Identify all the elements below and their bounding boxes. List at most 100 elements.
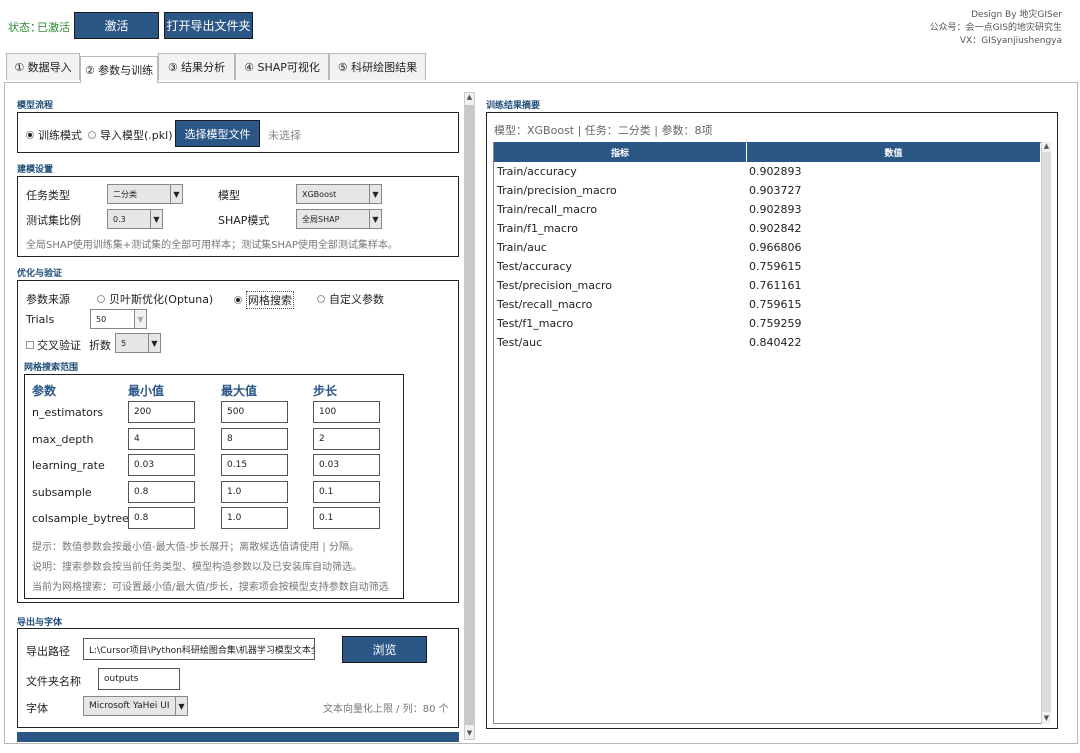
grid-min-input[interactable]: 0.8 xyxy=(128,481,195,503)
test-ratio-select[interactable]: 0.3 ▼ xyxy=(107,209,163,229)
model-label: 模型 xyxy=(218,189,240,202)
opt-grid-radio[interactable]: 网格搜索 xyxy=(234,291,294,309)
results-scrollbar[interactable]: ▲ ▼ xyxy=(1041,142,1051,724)
mode-train-label: 训练模式 xyxy=(38,129,82,142)
grid-min-input[interactable]: 4 xyxy=(128,428,195,450)
choose-model-file-button[interactable]: 选择模型文件 xyxy=(175,120,260,147)
scroll-up-arrow-icon[interactable]: ▲ xyxy=(1042,142,1051,152)
result-metric: Train/auc xyxy=(497,241,547,254)
cv-checkbox[interactable]: 交叉验证 xyxy=(26,337,81,353)
result-value: 0.759615 xyxy=(749,260,802,273)
result-metric: Train/f1_macro xyxy=(497,222,578,235)
left-scrollbar[interactable]: ▲ ▼ xyxy=(464,92,475,740)
trials-spinner[interactable]: 50 ▼ xyxy=(90,309,147,329)
radio-checked-icon xyxy=(26,131,34,139)
shap-mode-label: SHAP模式 xyxy=(218,214,270,227)
grid-min-input[interactable]: 0.8 xyxy=(128,507,195,529)
grid-min-input[interactable]: 0.03 xyxy=(128,454,195,476)
cv-label: 交叉验证 xyxy=(37,339,81,352)
result-value: 0.902893 xyxy=(749,203,802,216)
grid-min-input[interactable]: 200 xyxy=(128,401,195,423)
grid-tip-3: 当前为网格搜索：可设置最小值/最大值/步长，搜索项会按模型支持参数自动筛选 xyxy=(32,582,389,593)
opt-grid-label: 网格搜索 xyxy=(246,291,294,309)
folder-name-input[interactable]: outputs xyxy=(98,668,180,690)
export-title: 导出与字体 xyxy=(17,618,63,628)
result-value: 0.966806 xyxy=(749,241,802,254)
grid-header-max: 最大值 xyxy=(221,384,258,398)
result-metric: Test/precision_macro xyxy=(497,279,613,292)
result-value: 0.761161 xyxy=(749,279,802,292)
scroll-up-arrow-icon[interactable]: ▲ xyxy=(465,93,474,103)
grid-step-input[interactable]: 100 xyxy=(313,401,380,423)
scroll-down-arrow-icon[interactable]: ▼ xyxy=(1042,714,1051,724)
results-scrollbar-thumb[interactable] xyxy=(1042,152,1051,712)
export-path-label: 导出路径 xyxy=(26,645,70,658)
trials-value: 50 xyxy=(96,314,107,324)
chevron-down-icon: ▼ xyxy=(175,697,187,715)
vector-limit-note: 文本向量化上限 / 列：80 个 xyxy=(323,704,449,715)
task-type-value: 二分类 xyxy=(113,189,137,199)
grid-max-input[interactable]: 8 xyxy=(221,428,288,450)
font-value: Microsoft YaHei UI xyxy=(89,701,170,711)
open-export-folder-button[interactable]: 打开导出文件夹 xyxy=(164,12,253,39)
grid-max-input[interactable]: 1.0 xyxy=(221,507,288,529)
grid-step-input[interactable]: 2 xyxy=(313,428,380,450)
opt-bayes-label: 贝叶斯优化(Optuna) xyxy=(109,293,214,306)
model-value: XGBoost xyxy=(302,189,337,199)
shap-mode-value: 全局SHAP xyxy=(302,214,340,224)
folds-select[interactable]: 5 ▼ xyxy=(115,333,161,353)
font-select[interactable]: Microsoft YaHei UI ▼ xyxy=(83,696,188,716)
grid-tip-1: 提示：数值参数会按最小值-最大值-步长展开；离散候选值请使用 | 分隔。 xyxy=(32,542,359,553)
browse-button[interactable]: 浏览 xyxy=(342,636,427,663)
opt-bayes-radio[interactable]: 贝叶斯优化(Optuna) xyxy=(97,291,213,307)
result-value: 0.759259 xyxy=(749,317,802,330)
grid-tip-2: 说明：搜索参数会按当前任务类型、模型构造参数以及已安装库自动筛选。 xyxy=(32,562,362,573)
tab-research-plots[interactable]: ⑤ 科研绘图结果 xyxy=(329,53,426,80)
grid-search-title: 网格搜索范围 xyxy=(24,363,79,373)
tab-data-import[interactable]: ① 数据导入 xyxy=(6,53,80,80)
bottom-action-bar[interactable] xyxy=(17,732,459,742)
activate-button[interactable]: 激活 xyxy=(74,12,159,39)
shap-mode-select[interactable]: 全局SHAP ▼ xyxy=(296,209,382,229)
export-path-input[interactable]: L:\Cursor项目\Python科研绘图合集\机器学习模型文本全能训 xyxy=(83,638,315,660)
result-metric: Train/accuracy xyxy=(497,165,577,178)
result-metric: Train/recall_macro xyxy=(497,203,598,216)
credits: Design By 地灾GISer 公众号：会一点GIS的地灾研究生 VX：GI… xyxy=(930,9,1062,48)
task-type-select[interactable]: 二分类 ▼ xyxy=(107,184,183,204)
scroll-down-arrow-icon[interactable]: ▼ xyxy=(465,729,474,739)
grid-param-name: n_estimators xyxy=(32,406,104,419)
grid-max-input[interactable]: 500 xyxy=(221,401,288,423)
grid-max-input[interactable]: 0.15 xyxy=(221,454,288,476)
mode-train-radio[interactable]: 训练模式 xyxy=(26,127,82,143)
mode-import-label: 导入模型(.pkl) xyxy=(100,129,173,142)
grid-max-input[interactable]: 1.0 xyxy=(221,481,288,503)
credits-line-2: 公众号：会一点GIS的地灾研究生 xyxy=(929,23,1062,33)
mode-import-radio[interactable]: 导入模型(.pkl) xyxy=(88,127,173,143)
grid-step-input[interactable]: 0.1 xyxy=(313,481,380,503)
grid-header-param: 参数 xyxy=(32,384,57,398)
checkbox-icon xyxy=(26,341,34,349)
tab-shap-visualization[interactable]: ④ SHAP可视化 xyxy=(235,53,329,80)
test-ratio-label: 测试集比例 xyxy=(26,214,81,227)
credits-line-1: Design By 地灾GISer xyxy=(971,10,1062,20)
export-path-value: L:\Cursor项目\Python科研绘图合集\机器学习模型文本全能训 xyxy=(89,645,315,656)
results-header-value[interactable]: 数值 xyxy=(747,142,1040,162)
model-select[interactable]: XGBoost ▼ xyxy=(296,184,382,204)
credits-line-3: VX：GISyanjiushengya xyxy=(959,36,1062,46)
tab-result-analysis[interactable]: ③ 结果分析 xyxy=(158,53,235,80)
folds-label: 折数 xyxy=(89,339,111,352)
chevron-down-icon: ▼ xyxy=(369,185,381,203)
left-scrollbar-thumb[interactable] xyxy=(465,105,474,725)
task-type-label: 任务类型 xyxy=(26,189,70,202)
trials-label: Trials xyxy=(26,313,55,326)
font-label: 字体 xyxy=(26,702,48,715)
results-header-metric[interactable]: 指标 xyxy=(494,142,746,162)
opt-custom-radio[interactable]: 自定义参数 xyxy=(317,291,384,307)
grid-step-input[interactable]: 0.03 xyxy=(313,454,380,476)
grid-step-input[interactable]: 0.1 xyxy=(313,507,380,529)
tab-params-training[interactable]: ② 参数与训练 xyxy=(80,56,158,83)
results-summary: 模型：XGBoost | 任务：二分类 | 参数：8项 xyxy=(494,124,713,137)
radio-unchecked-icon xyxy=(97,295,105,303)
radio-unchecked-icon xyxy=(317,295,325,303)
folder-name-label: 文件夹名称 xyxy=(26,675,81,688)
